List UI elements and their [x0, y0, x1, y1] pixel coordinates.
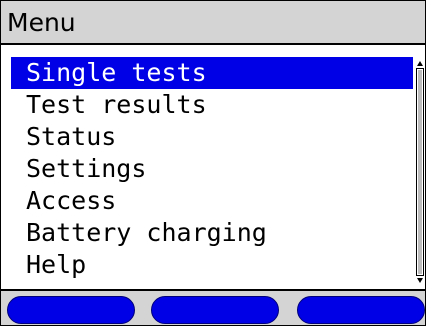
menu-item-settings[interactable]: Settings [11, 153, 413, 185]
scroll-up-arrow-icon[interactable] [417, 61, 423, 66]
title-bar: Menu [1, 1, 425, 45]
menu-item-status[interactable]: Status [11, 121, 413, 153]
menu-item-test-results[interactable]: Test results [11, 89, 413, 121]
device-screen: Menu Single tests Test results Status Se… [0, 0, 426, 326]
scroll-track[interactable] [416, 68, 424, 276]
menu-item-help[interactable]: Help [11, 249, 413, 281]
scroll-thumb[interactable] [418, 70, 422, 274]
menu-item-battery-charging[interactable]: Battery charging [11, 217, 413, 249]
softkey-left-button[interactable] [7, 296, 135, 324]
menu-item-single-tests[interactable]: Single tests [11, 57, 413, 89]
softkey-bar [1, 289, 425, 325]
softkey-right-button[interactable] [297, 296, 425, 324]
menu-item-access[interactable]: Access [11, 185, 413, 217]
scroll-down-arrow-icon[interactable] [417, 278, 423, 283]
scrollbar[interactable] [416, 61, 424, 283]
menu-list: Single tests Test results Status Setting… [11, 57, 413, 281]
softkey-middle-button[interactable] [151, 296, 279, 324]
page-title: Menu [7, 8, 76, 37]
